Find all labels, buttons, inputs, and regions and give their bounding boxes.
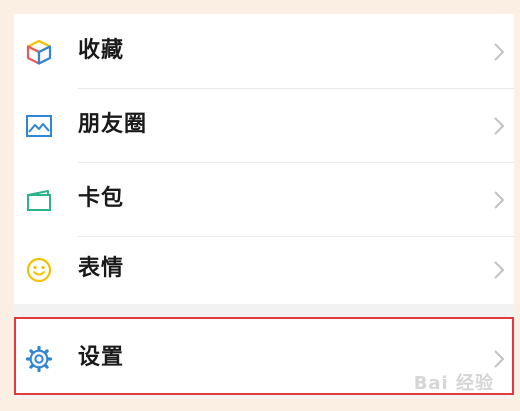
menu-item-label: 收藏 <box>78 38 125 63</box>
menu-item-label: 朋友圈 <box>78 112 148 137</box>
chevron-right-icon <box>492 41 506 63</box>
smiley-icon <box>24 256 54 284</box>
menu-item-label: 表情 <box>78 256 125 281</box>
menu-item-label: 设置 <box>78 345 125 370</box>
menu-item-label: 卡包 <box>78 186 125 211</box>
picture-icon <box>24 112 54 140</box>
menu-item-moments[interactable]: 朋友圈 <box>14 88 514 162</box>
menu-group-main: 收藏 朋友圈 卡包 表情 <box>14 14 514 304</box>
watermark: Bai 经验 <box>413 373 494 394</box>
menu-item-favorites[interactable]: 收藏 <box>14 14 514 88</box>
chevron-right-icon <box>492 259 506 281</box>
menu-item-stickers[interactable]: 表情 <box>14 232 514 306</box>
chevron-right-icon <box>492 189 506 211</box>
chevron-right-icon <box>492 348 506 370</box>
gear-icon <box>24 345 54 373</box>
chevron-right-icon <box>492 115 506 137</box>
card-wallet-icon <box>24 186 54 214</box>
menu-panel: 收藏 朋友圈 卡包 表情 设置 <box>14 14 514 398</box>
cube-icon <box>24 38 54 66</box>
menu-item-card-wallet[interactable]: 卡包 <box>14 162 514 236</box>
